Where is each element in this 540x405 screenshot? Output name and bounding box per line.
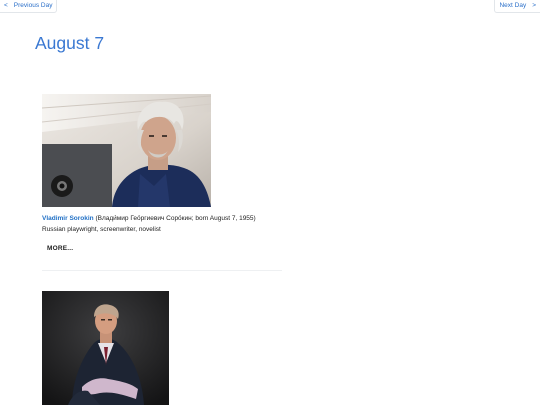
person-detail: (Влади́мир Гео́ргиевич Соро́кин; born Au… (93, 215, 256, 222)
chevron-left-icon: < (4, 2, 8, 9)
portrait-image (42, 291, 169, 405)
entry-divider (42, 270, 282, 271)
chevron-right-icon: > (532, 2, 536, 9)
person-photo[interactable] (42, 291, 169, 405)
more-button[interactable]: MORE... (47, 245, 73, 252)
person-entry: Vladimir Sorokin (Влади́мир Гео́ргиевич … (42, 94, 282, 255)
person-caption: Vladimir Sorokin (Влади́мир Гео́ргиевич … (42, 214, 282, 235)
person-name-link[interactable]: Vladimir Sorokin (42, 215, 94, 222)
previous-day-button[interactable]: < Previous Day (0, 0, 58, 13)
person-entry (42, 291, 282, 405)
person-description: Russian playwright, screenwriter, noveli… (42, 225, 161, 233)
page-title: August 7 (35, 33, 105, 53)
person-photo[interactable] (42, 94, 211, 207)
portrait-image (42, 94, 211, 207)
next-day-button[interactable]: Next Day > (494, 0, 540, 13)
next-day-label: Next Day (499, 2, 527, 9)
previous-day-label: Previous Day (13, 2, 53, 9)
